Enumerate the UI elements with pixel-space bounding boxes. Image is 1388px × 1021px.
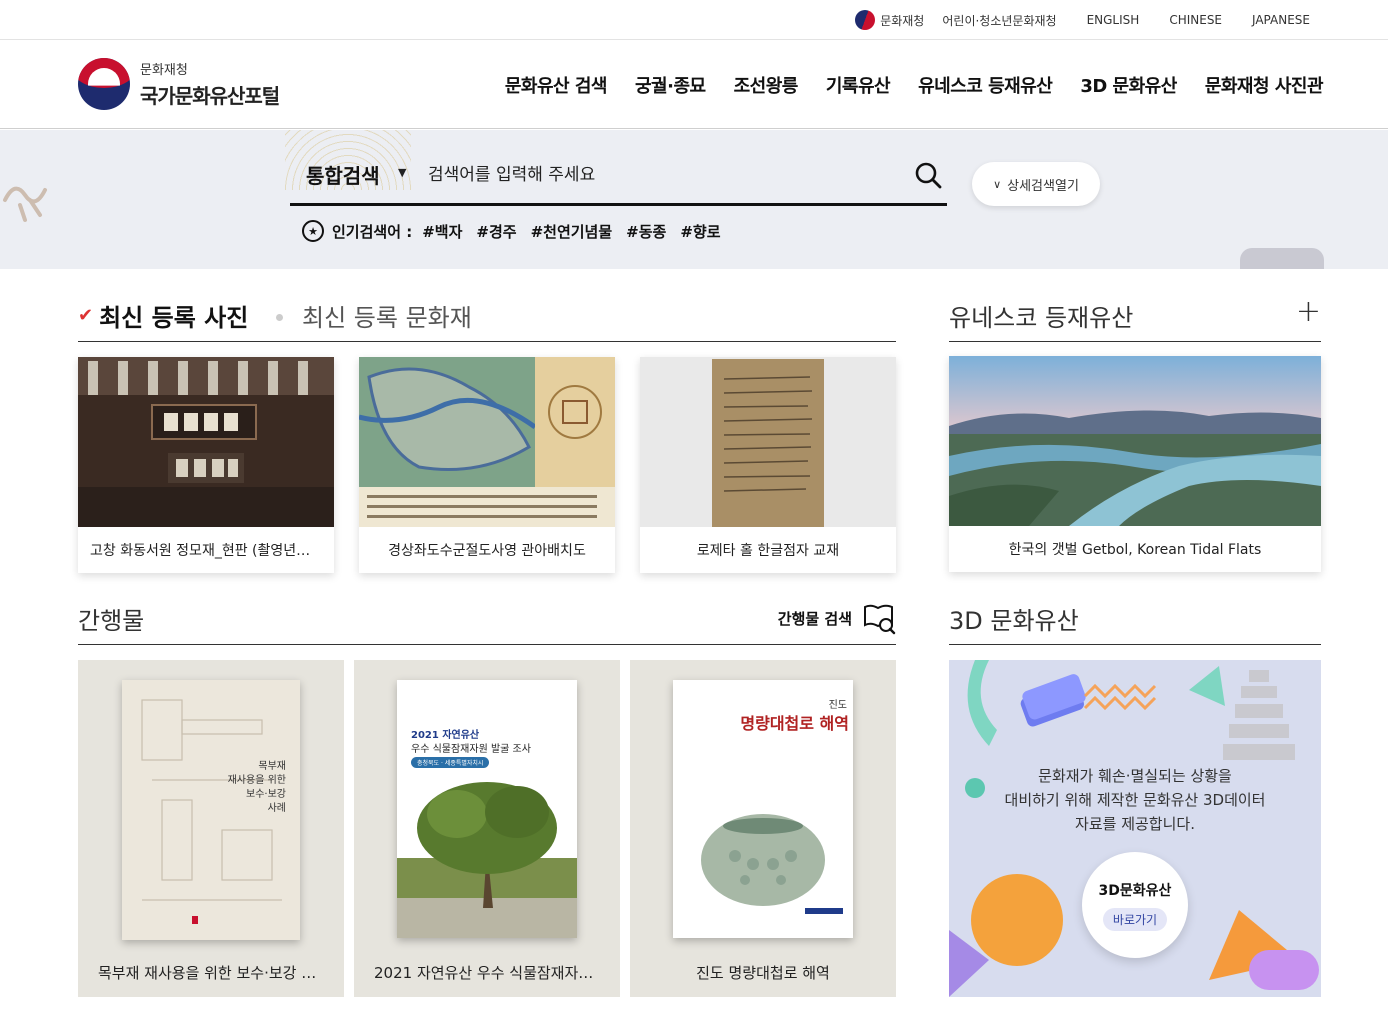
nav-photo[interactable]: 문화재청 사진관 — [1205, 72, 1324, 98]
book-cover: 목부재 재사용을 위한 보수·보강 사례 — [122, 680, 300, 940]
nav-documentary[interactable]: 기록유산 — [826, 72, 891, 98]
search-bar: 통합검색 ▼ — [290, 152, 947, 206]
photo-card[interactable]: 경상좌도수군절도사영 관아배치도 — [359, 357, 615, 573]
photo-card[interactable]: 로제타 홀 한글점자 교재 — [640, 357, 896, 573]
publication-caption: 진도 명량대첩로 해역 — [696, 964, 830, 982]
recent-section-head: ✔ 최신 등록 사진 최신 등록 문화재 — [78, 298, 896, 342]
search-scope-select[interactable]: 통합검색 — [306, 160, 380, 189]
keyword-link[interactable]: #동종 — [626, 221, 666, 242]
publications-section-head: 간행물 간행물 검색 — [78, 601, 896, 645]
threed-go-button[interactable]: 3D문화유산 바로가기 — [1082, 852, 1188, 958]
cover-subtitle: 우수 식물잠재자원 발굴 조사 — [411, 744, 531, 755]
logo-org: 문화재청 — [140, 63, 188, 78]
cha-link[interactable]: 문화재청 — [855, 10, 924, 30]
threed-title: 3D 문화유산 — [949, 607, 1079, 635]
tab-recent-heritage[interactable]: 최신 등록 문화재 — [302, 298, 472, 333]
nav-royal-tombs[interactable]: 조선왕릉 — [734, 72, 799, 98]
book-cover: 2021 자연유산 우수 식물잠재자원 발굴 조사 충청북도 · 세종특별자치시 — [397, 680, 577, 938]
unesco-title: 유네스코 등재유산 — [949, 304, 1134, 332]
cover-small-title: 진도 — [828, 700, 847, 711]
caret-down-icon[interactable]: ▼ — [398, 166, 406, 179]
nav-heritage-search[interactable]: 문화유산 검색 — [505, 72, 608, 98]
check-icon: ✔ — [78, 305, 94, 326]
publication-card[interactable]: 목부재 재사용을 위한 보수·보강 사례 목부재 재사용을 위한 보수·보강 사… — [78, 660, 344, 997]
taegeuk-logo-icon — [78, 58, 130, 110]
keyword-link[interactable]: #백자 — [422, 221, 462, 242]
site-logo[interactable]: 문화재청 국가문화유산포털 — [78, 58, 280, 110]
tidal-flat-thumbnail — [949, 356, 1321, 526]
cover-main-title: 명량대첩로 해역 — [740, 714, 849, 733]
promo-text-line2: 대비하기 위해 제작한 문화유산 3D데이터 — [1004, 791, 1266, 809]
book-search-icon — [864, 604, 896, 635]
main-nav: 문화유산 검색 궁궐·종묘 조선왕릉 기록유산 유네스코 등재유산 3D 문화유… — [477, 40, 1324, 129]
promo-text-line3: 자료를 제공합니다. — [1075, 815, 1195, 833]
kids-link[interactable]: 어린이·청소년문화재청 — [942, 12, 1056, 29]
nav-3d[interactable]: 3D 문화유산 — [1080, 72, 1177, 98]
cha-logo-icon — [855, 10, 876, 30]
utility-links: 문화재청 어린이·청소년문화재청 ENGLISH CHINESE JAPANES… — [855, 0, 1310, 40]
keyword-link[interactable]: #경주 — [476, 221, 516, 242]
plus-icon[interactable]: + — [1296, 297, 1321, 327]
publications-title: 간행물 — [78, 607, 145, 635]
photo-caption: 고창 화동서원 정모재_현판 (촬영년도 미상) — [90, 543, 322, 559]
haetae-decoration-icon — [1240, 248, 1324, 269]
cover-tag: 충청북도 · 세종특별자치시 — [411, 757, 490, 768]
unesco-section-head: 유네스코 등재유산 + — [949, 297, 1321, 342]
unesco-caption: 한국의 갯벌 Getbol, Korean Tidal Flats — [1008, 542, 1262, 558]
photo-caption: 경상좌도수군절도사영 관아배치도 — [388, 543, 586, 559]
search-icon[interactable] — [913, 160, 943, 190]
keyword-link[interactable]: #향로 — [680, 221, 720, 242]
nav-unesco[interactable]: 유네스코 등재유산 — [918, 72, 1053, 98]
chinese-link[interactable]: CHINESE — [1169, 13, 1222, 27]
photo-thumbnail — [78, 357, 334, 527]
threed-promo: 문화재가 훼손·멸실되는 상황을 대비하기 위해 제작한 문화유산 3D데이터 … — [949, 660, 1321, 997]
tab-separator-dot — [276, 314, 283, 321]
photo-card[interactable]: 고창 화동서원 정모재_현판 (촬영년도 미상) — [78, 357, 334, 573]
search-band: 통합검색 ▼ ∨ 상세검색열기 ★ 인기검색어 : #백자 #경주 #천연기념물… — [0, 130, 1388, 269]
keyword-link[interactable]: #천연기념물 — [531, 221, 613, 242]
popular-label: 인기검색어 : — [332, 222, 413, 241]
chevron-down-icon: ∨ — [993, 177, 1002, 191]
utility-bar: 문화재청 어린이·청소년문화재청 ENGLISH CHINESE JAPANES… — [0, 0, 1388, 40]
nav-palaces[interactable]: 궁궐·종묘 — [635, 72, 706, 98]
english-link[interactable]: ENGLISH — [1087, 13, 1140, 27]
promo-text-line1: 문화재가 훼손·멸실되는 상황을 — [1038, 767, 1232, 785]
threed-section-head: 3D 문화유산 — [949, 601, 1321, 645]
publication-search-button[interactable]: 간행물 검색 — [778, 601, 896, 635]
header: 문화재청 국가문화유산포털 문화유산 검색 궁궐·종묘 조선왕릉 기록유산 유네… — [0, 40, 1388, 129]
detail-search-button[interactable]: ∨ 상세검색열기 — [972, 162, 1100, 206]
logo-title: 국가문화유산포털 — [140, 84, 280, 108]
cover-title: 목부재 재사용을 위한 보수·보강 사례 — [227, 761, 286, 814]
tab-recent-photos[interactable]: ✔ 최신 등록 사진 — [78, 298, 248, 333]
manuscript-thumbnail — [640, 357, 896, 527]
publication-caption: 2021 자연유산 우수 식물잠재자원 발굴 조사 — [374, 964, 620, 982]
dragon-decoration-icon — [0, 160, 50, 230]
unesco-card[interactable]: 한국의 갯벌 Getbol, Korean Tidal Flats — [949, 356, 1321, 572]
popular-keywords: ★ 인기검색어 : #백자 #경주 #천연기념물 #동종 #향로 — [302, 220, 735, 242]
publication-caption: 목부재 재사용을 위한 보수·보강 사례 — [98, 964, 329, 982]
cover-year-title: 2021 자연유산 — [411, 730, 480, 741]
star-icon: ★ — [302, 220, 324, 242]
search-input[interactable] — [428, 160, 888, 190]
publication-card[interactable]: 2021 자연유산 우수 식물잠재자원 발굴 조사 충청북도 · 세종특별자치시… — [354, 660, 620, 997]
photo-caption: 로제타 홀 한글점자 교재 — [696, 543, 840, 559]
publication-card[interactable]: 진도 명량대첩로 해역 진도 명량대첩로 해역 — [630, 660, 896, 997]
book-cover: 진도 명량대첩로 해역 — [673, 680, 853, 938]
japanese-link[interactable]: JAPANESE — [1252, 13, 1310, 27]
map-thumbnail — [359, 357, 615, 527]
